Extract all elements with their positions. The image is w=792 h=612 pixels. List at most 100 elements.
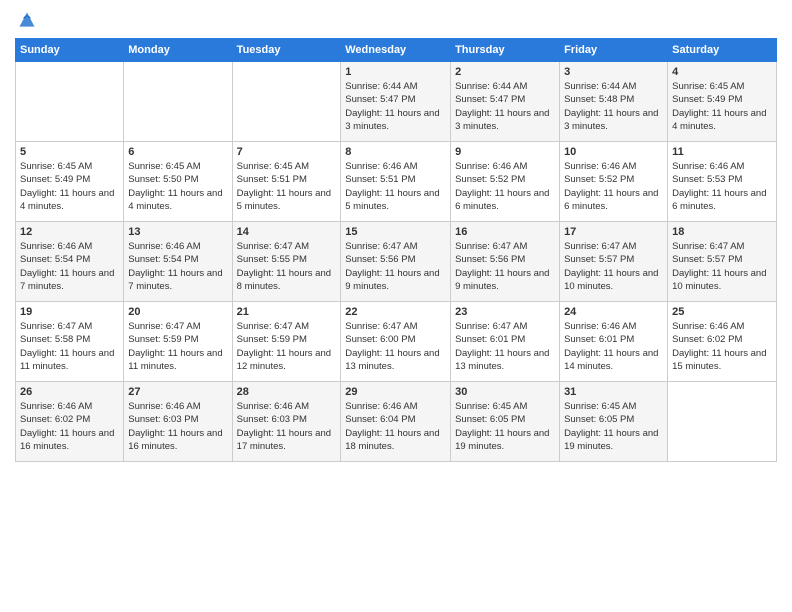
weekday-header: Tuesday bbox=[232, 39, 341, 62]
calendar-cell: 25 Sunrise: 6:46 AMSunset: 6:02 PMDayligh… bbox=[668, 302, 777, 382]
day-info: Sunrise: 6:46 AMSunset: 6:02 PMDaylight:… bbox=[20, 400, 119, 453]
calendar-cell: 19 Sunrise: 6:47 AMSunset: 5:58 PMDayligh… bbox=[16, 302, 124, 382]
calendar-cell: 6 Sunrise: 6:45 AMSunset: 5:50 PMDaylight… bbox=[124, 142, 232, 222]
day-number: 3 bbox=[564, 66, 663, 78]
day-number: 1 bbox=[345, 66, 446, 78]
day-number: 25 bbox=[672, 306, 772, 318]
day-info: Sunrise: 6:46 AMSunset: 6:01 PMDaylight:… bbox=[564, 320, 663, 373]
day-number: 12 bbox=[20, 226, 119, 238]
day-number: 10 bbox=[564, 146, 663, 158]
day-number: 14 bbox=[237, 226, 337, 238]
calendar-cell: 8 Sunrise: 6:46 AMSunset: 5:51 PMDaylight… bbox=[341, 142, 451, 222]
day-info: Sunrise: 6:47 AMSunset: 5:59 PMDaylight:… bbox=[237, 320, 337, 373]
day-info: Sunrise: 6:47 AMSunset: 5:59 PMDaylight:… bbox=[128, 320, 227, 373]
page: SundayMondayTuesdayWednesdayThursdayFrid… bbox=[0, 0, 792, 612]
calendar-cell: 9 Sunrise: 6:46 AMSunset: 5:52 PMDaylight… bbox=[451, 142, 560, 222]
day-info: Sunrise: 6:46 AMSunset: 5:52 PMDaylight:… bbox=[455, 160, 555, 213]
day-number: 11 bbox=[672, 146, 772, 158]
weekday-header: Sunday bbox=[16, 39, 124, 62]
logo bbox=[15, 10, 37, 30]
day-number: 18 bbox=[672, 226, 772, 238]
day-info: Sunrise: 6:46 AMSunset: 6:04 PMDaylight:… bbox=[345, 400, 446, 453]
weekday-header: Wednesday bbox=[341, 39, 451, 62]
calendar-cell: 5Sunrise: 6:45 AMSunset: 5:49 PMDaylight… bbox=[16, 142, 124, 222]
calendar-cell: 26Sunrise: 6:46 AMSunset: 6:02 PMDayligh… bbox=[16, 382, 124, 462]
day-info: Sunrise: 6:44 AMSunset: 5:48 PMDaylight:… bbox=[564, 80, 663, 133]
day-info: Sunrise: 6:47 AMSunset: 6:01 PMDaylight:… bbox=[455, 320, 555, 373]
calendar-cell: 18 Sunrise: 6:47 AMSunset: 5:57 PMDayligh… bbox=[668, 222, 777, 302]
day-number: 2 bbox=[455, 66, 555, 78]
day-number: 19 bbox=[20, 306, 119, 318]
day-number: 6 bbox=[128, 146, 227, 158]
calendar-cell: 3 Sunrise: 6:44 AMSunset: 5:48 PMDaylight… bbox=[560, 62, 668, 142]
calendar-cell: 13 Sunrise: 6:46 AMSunset: 5:54 PMDayligh… bbox=[124, 222, 232, 302]
day-info: Sunrise: 6:45 AMSunset: 6:05 PMDaylight:… bbox=[455, 400, 555, 453]
weekday-header: Thursday bbox=[451, 39, 560, 62]
calendar-cell bbox=[232, 62, 341, 142]
day-number: 13 bbox=[128, 226, 227, 238]
calendar-week-row: 12 Sunrise: 6:46 AMSunset: 5:54 PMDayligh… bbox=[16, 222, 777, 302]
day-number: 8 bbox=[345, 146, 446, 158]
day-info: Sunrise: 6:46 AMSunset: 5:53 PMDaylight:… bbox=[672, 160, 772, 213]
day-number: 24 bbox=[564, 306, 663, 318]
day-info: Sunrise: 6:47 AMSunset: 5:58 PMDaylight:… bbox=[20, 320, 119, 373]
header bbox=[15, 10, 777, 30]
day-info: Sunrise: 6:45 AMSunset: 5:49 PMDaylight:… bbox=[672, 80, 772, 133]
day-info: Sunrise: 6:46 AMSunset: 5:54 PMDaylight:… bbox=[20, 240, 119, 293]
calendar-week-row: 1 Sunrise: 6:44 AMSunset: 5:47 PMDaylight… bbox=[16, 62, 777, 142]
day-info: Sunrise: 6:44 AMSunset: 5:47 PMDaylight:… bbox=[345, 80, 446, 133]
calendar-cell: 21 Sunrise: 6:47 AMSunset: 5:59 PMDayligh… bbox=[232, 302, 341, 382]
calendar-body: 1 Sunrise: 6:44 AMSunset: 5:47 PMDaylight… bbox=[16, 62, 777, 462]
day-number: 4 bbox=[672, 66, 772, 78]
day-info: Sunrise: 6:46 AMSunset: 6:03 PMDaylight:… bbox=[128, 400, 227, 453]
calendar-cell bbox=[124, 62, 232, 142]
day-info: Sunrise: 6:47 AMSunset: 5:57 PMDaylight:… bbox=[564, 240, 663, 293]
calendar-cell: 10 Sunrise: 6:46 AMSunset: 5:52 PMDayligh… bbox=[560, 142, 668, 222]
calendar-cell: 15 Sunrise: 6:47 AMSunset: 5:56 PMDayligh… bbox=[341, 222, 451, 302]
day-number: 17 bbox=[564, 226, 663, 238]
day-number: 27 bbox=[128, 386, 227, 398]
day-info: Sunrise: 6:46 AMSunset: 6:02 PMDaylight:… bbox=[672, 320, 772, 373]
day-info: Sunrise: 6:47 AMSunset: 5:56 PMDaylight:… bbox=[455, 240, 555, 293]
day-number: 31 bbox=[564, 386, 663, 398]
calendar-cell: 4 Sunrise: 6:45 AMSunset: 5:49 PMDaylight… bbox=[668, 62, 777, 142]
calendar-cell: 11 Sunrise: 6:46 AMSunset: 5:53 PMDayligh… bbox=[668, 142, 777, 222]
day-info: Sunrise: 6:45 AMSunset: 5:50 PMDaylight:… bbox=[128, 160, 227, 213]
calendar-cell: 14 Sunrise: 6:47 AMSunset: 5:55 PMDayligh… bbox=[232, 222, 341, 302]
logo-icon bbox=[17, 10, 37, 30]
day-number: 21 bbox=[237, 306, 337, 318]
calendar-header: SundayMondayTuesdayWednesdayThursdayFrid… bbox=[16, 39, 777, 62]
day-info: Sunrise: 6:44 AMSunset: 5:47 PMDaylight:… bbox=[455, 80, 555, 133]
weekday-header: Friday bbox=[560, 39, 668, 62]
calendar-cell: 28Sunrise: 6:46 AMSunset: 6:03 PMDayligh… bbox=[232, 382, 341, 462]
day-number: 16 bbox=[455, 226, 555, 238]
calendar-table: SundayMondayTuesdayWednesdayThursdayFrid… bbox=[15, 38, 777, 462]
calendar-cell: 23 Sunrise: 6:47 AMSunset: 6:01 PMDayligh… bbox=[451, 302, 560, 382]
calendar-cell: 2 Sunrise: 6:44 AMSunset: 5:47 PMDaylight… bbox=[451, 62, 560, 142]
day-info: Sunrise: 6:47 AMSunset: 6:00 PMDaylight:… bbox=[345, 320, 446, 373]
calendar-cell bbox=[668, 382, 777, 462]
calendar-week-row: 5Sunrise: 6:45 AMSunset: 5:49 PMDaylight… bbox=[16, 142, 777, 222]
day-number: 23 bbox=[455, 306, 555, 318]
day-number: 30 bbox=[455, 386, 555, 398]
day-info: Sunrise: 6:47 AMSunset: 5:56 PMDaylight:… bbox=[345, 240, 446, 293]
day-info: Sunrise: 6:47 AMSunset: 5:57 PMDaylight:… bbox=[672, 240, 772, 293]
day-info: Sunrise: 6:46 AMSunset: 5:51 PMDaylight:… bbox=[345, 160, 446, 213]
day-number: 28 bbox=[237, 386, 337, 398]
calendar-cell: 1 Sunrise: 6:44 AMSunset: 5:47 PMDaylight… bbox=[341, 62, 451, 142]
day-number: 15 bbox=[345, 226, 446, 238]
calendar-cell bbox=[16, 62, 124, 142]
day-info: Sunrise: 6:45 AMSunset: 5:51 PMDaylight:… bbox=[237, 160, 337, 213]
weekday-header: Saturday bbox=[668, 39, 777, 62]
day-info: Sunrise: 6:45 AMSunset: 5:49 PMDaylight:… bbox=[20, 160, 119, 213]
day-info: Sunrise: 6:46 AMSunset: 5:54 PMDaylight:… bbox=[128, 240, 227, 293]
day-info: Sunrise: 6:45 AMSunset: 6:05 PMDaylight:… bbox=[564, 400, 663, 453]
day-info: Sunrise: 6:47 AMSunset: 5:55 PMDaylight:… bbox=[237, 240, 337, 293]
day-number: 9 bbox=[455, 146, 555, 158]
calendar-cell: 22 Sunrise: 6:47 AMSunset: 6:00 PMDayligh… bbox=[341, 302, 451, 382]
weekday-header: Monday bbox=[124, 39, 232, 62]
calendar-cell: 24 Sunrise: 6:46 AMSunset: 6:01 PMDayligh… bbox=[560, 302, 668, 382]
weekday-row: SundayMondayTuesdayWednesdayThursdayFrid… bbox=[16, 39, 777, 62]
day-info: Sunrise: 6:46 AMSunset: 5:52 PMDaylight:… bbox=[564, 160, 663, 213]
day-number: 22 bbox=[345, 306, 446, 318]
